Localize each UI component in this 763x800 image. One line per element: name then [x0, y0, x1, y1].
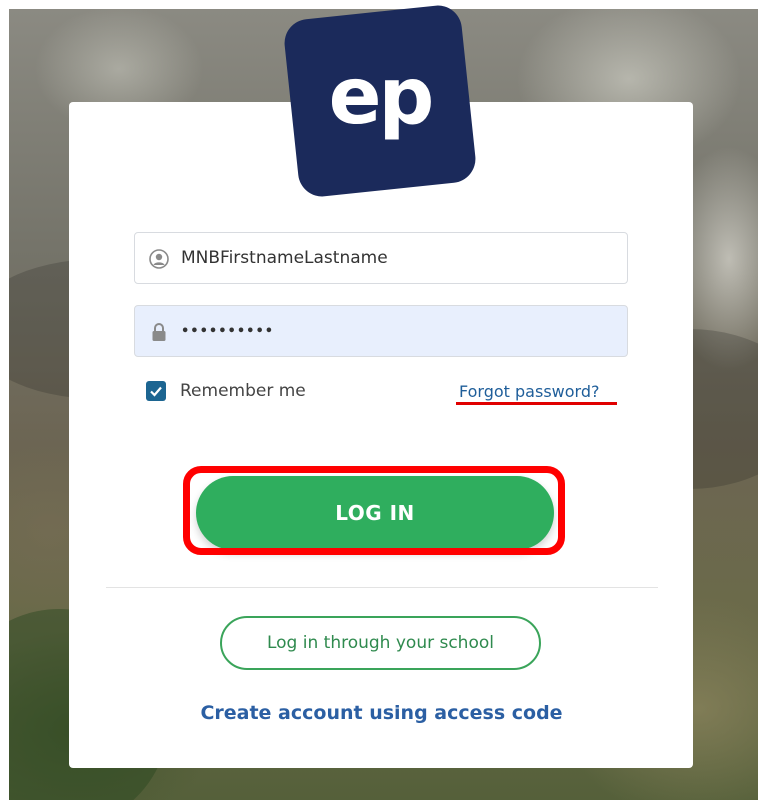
- forgot-password-link[interactable]: Forgot password?: [459, 382, 600, 403]
- annotation-highlight-box: [183, 466, 565, 555]
- remember-me-label: Remember me: [180, 381, 306, 401]
- annotation-underline: [456, 402, 617, 405]
- username-input[interactable]: [181, 233, 611, 283]
- remember-me[interactable]: Remember me: [146, 381, 306, 401]
- school-login-button[interactable]: Log in through your school: [220, 616, 541, 670]
- remember-me-checkbox[interactable]: [146, 381, 166, 401]
- checkmark-icon: [150, 386, 162, 397]
- username-field[interactable]: [134, 232, 628, 284]
- create-account-link[interactable]: Create account using access code: [0, 702, 763, 724]
- user-icon: [149, 249, 169, 269]
- password-field[interactable]: [134, 305, 628, 357]
- logo-text: ep: [328, 52, 431, 143]
- lock-icon: [152, 323, 166, 341]
- divider: [106, 587, 658, 588]
- password-input[interactable]: [181, 306, 611, 356]
- logo: ep: [282, 3, 478, 199]
